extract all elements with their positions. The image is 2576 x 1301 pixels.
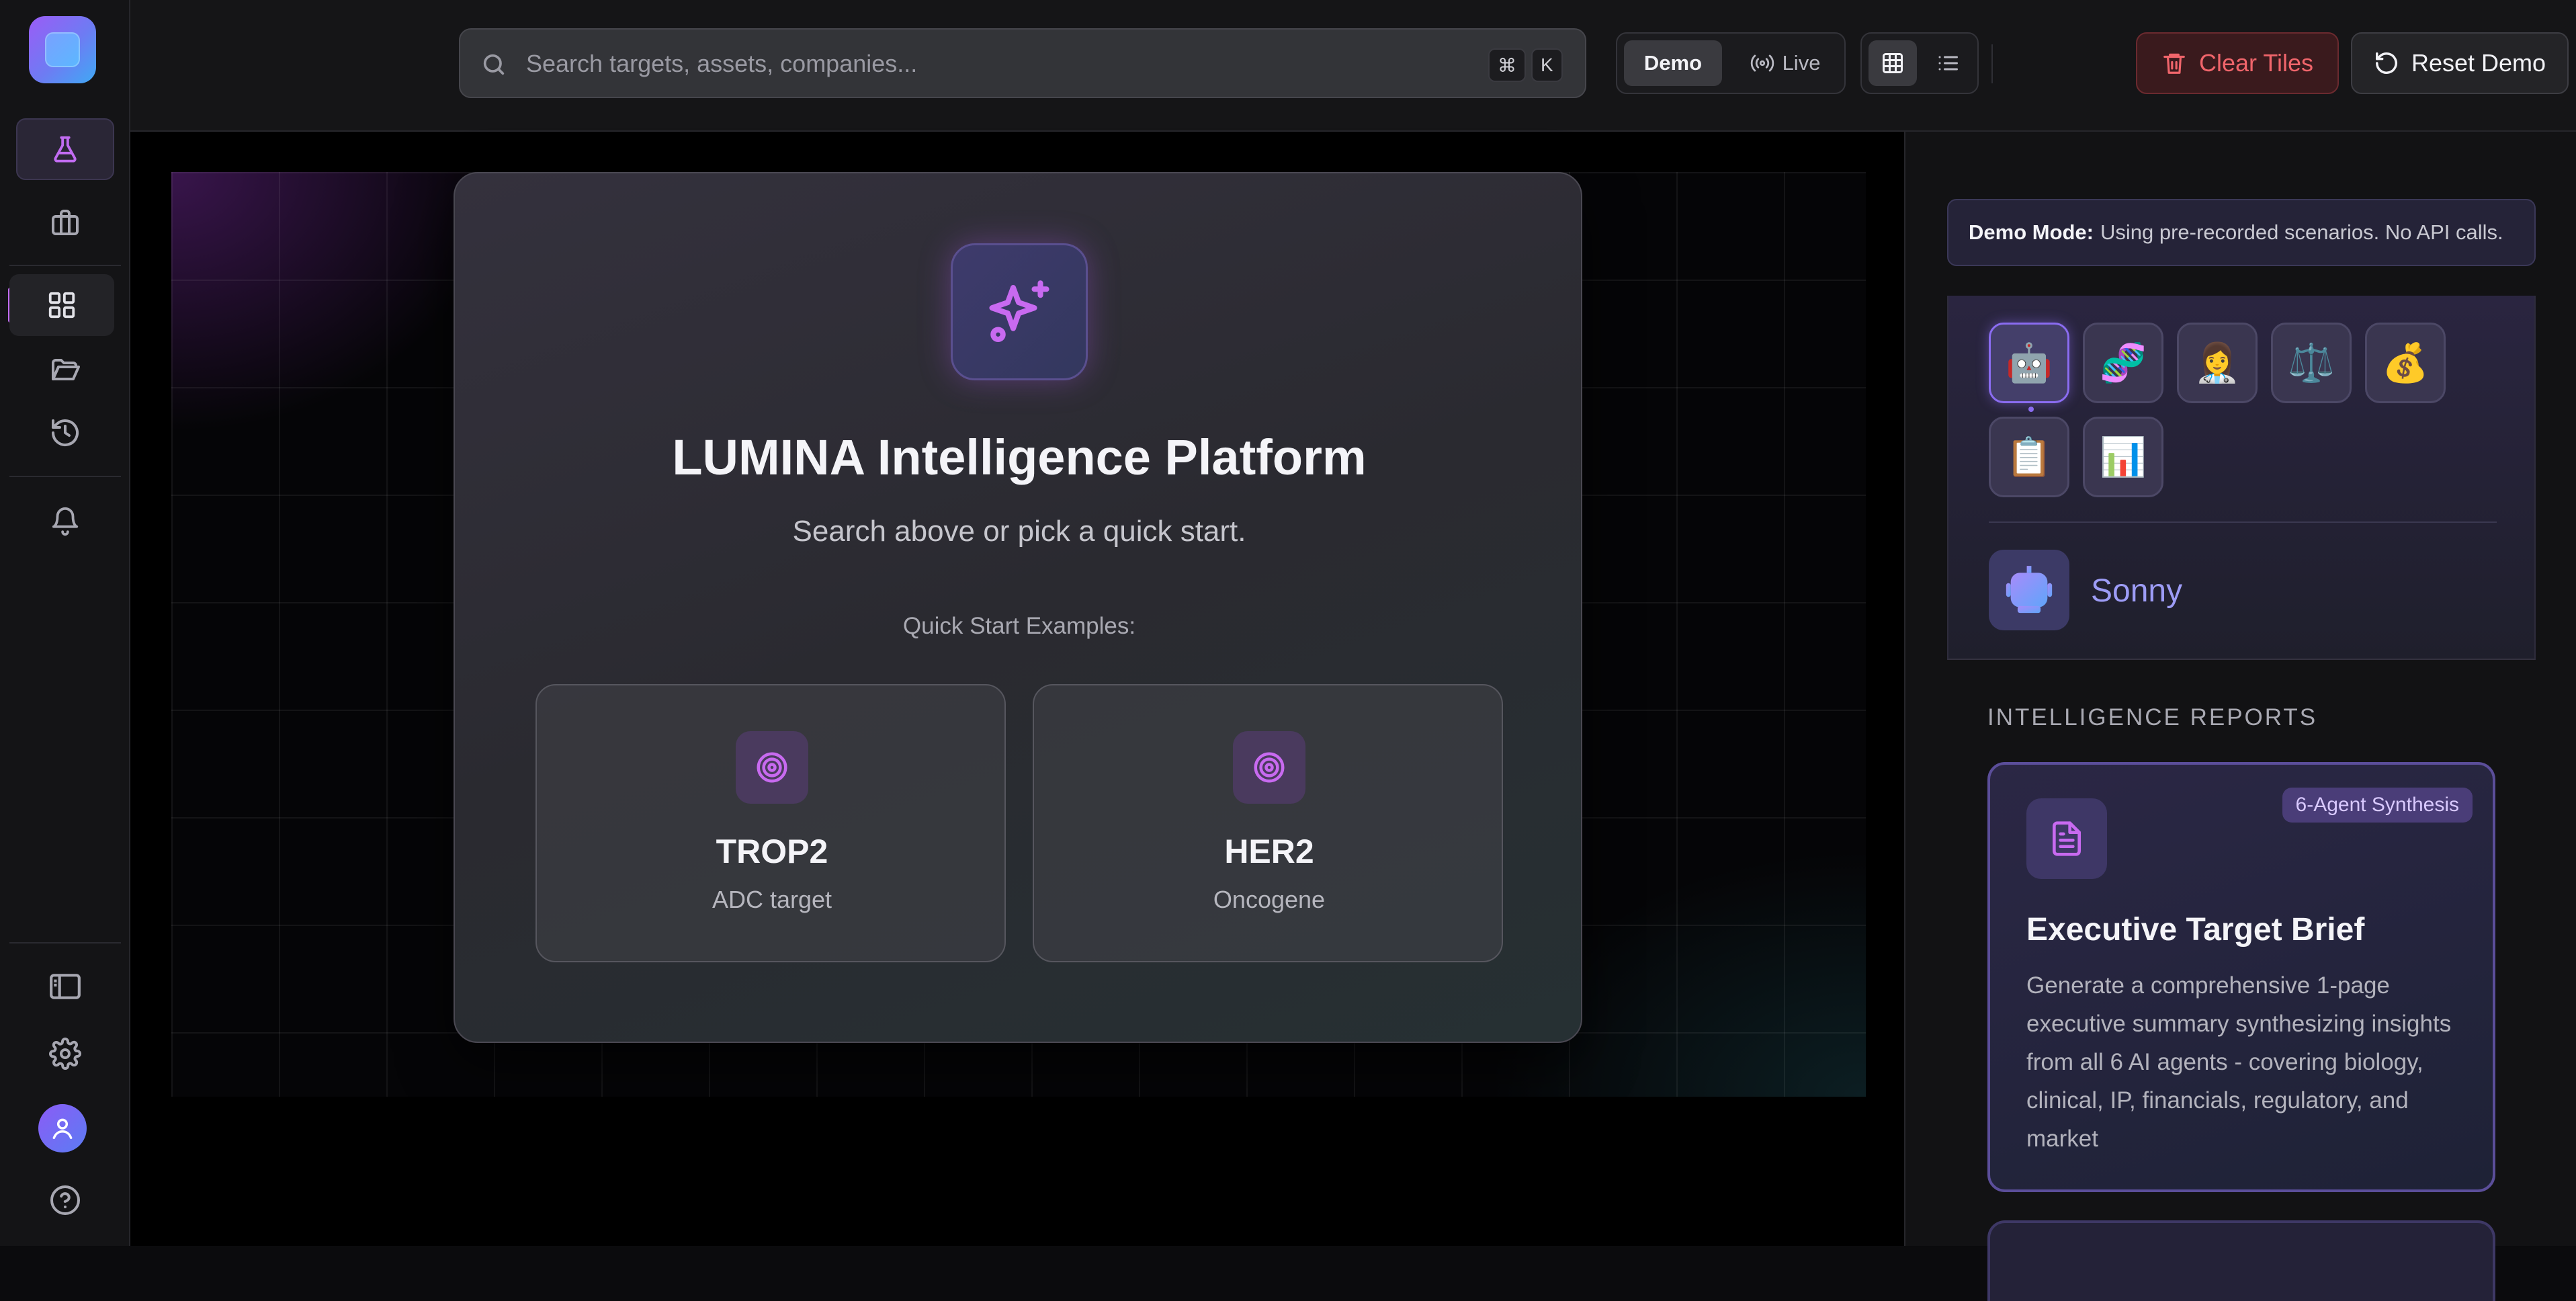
reset-demo-label: Reset Demo	[2411, 49, 2546, 77]
target-icon	[1254, 752, 1285, 783]
help-circle-icon	[50, 1185, 80, 1215]
right-panel: Demo Mode: Using pre-recorded scenarios.…	[1904, 132, 2576, 1301]
mode-toggle: Demo Live	[1616, 32, 1846, 94]
robot-avatar-icon	[2006, 566, 2053, 614]
logo-mark	[45, 32, 80, 67]
search-icon	[483, 54, 505, 75]
demo-mode-banner: Demo Mode: Using pre-recorded scenarios.…	[1947, 199, 2536, 266]
toolbar-separator	[1991, 44, 1993, 83]
reset-demo-button[interactable]: Reset Demo	[2351, 32, 2569, 94]
grid-view-button[interactable]	[1869, 40, 1917, 86]
demo-mode-text: Using pre-recorded scenarios. No API cal…	[2100, 220, 2503, 244]
rail-divider	[9, 265, 121, 266]
quick-start-title: HER2	[1224, 833, 1314, 870]
executive-brief-card[interactable]: 6-Agent Synthesis Executive Target Brief…	[1987, 762, 2495, 1192]
folders-nav-button[interactable]	[16, 339, 114, 401]
grid-view-icon	[1883, 53, 1903, 73]
trash-icon	[2163, 53, 2185, 74]
portfolio-nav-button[interactable]	[16, 192, 114, 254]
shortcut-k-key: K	[1531, 48, 1563, 82]
hero-title: LUMINA Intelligence Platform	[672, 429, 1367, 485]
health-worker-icon: 👩‍⚕️	[2194, 341, 2241, 385]
clear-tiles-button[interactable]: Clear Tiles	[2136, 32, 2339, 94]
shortcut-mod-key: ⌘	[1488, 48, 1526, 82]
lab-nav-button[interactable]	[16, 118, 114, 180]
sparkles-icon	[989, 280, 1049, 342]
clear-tiles-label: Clear Tiles	[2198, 49, 2314, 77]
gear-icon	[49, 1038, 81, 1070]
quick-start-subtitle: ADC target	[712, 886, 832, 913]
demo-mode-button[interactable]: Demo	[1624, 40, 1722, 86]
notifications-nav-button[interactable]	[16, 491, 114, 552]
history-nav-button[interactable]	[16, 402, 114, 464]
agent-name: Sonny	[2091, 573, 2183, 609]
folder-open-icon	[52, 359, 80, 380]
user-icon	[52, 1118, 73, 1139]
report-title: Executive Target Brief	[2026, 912, 2365, 948]
rail-divider	[9, 942, 121, 943]
search-input[interactable]	[525, 44, 1398, 83]
rotate-ccw-icon	[2375, 52, 2397, 74]
workspace-canvas: LUMINA Intelligence Platform Search abov…	[130, 132, 1904, 1246]
welcome-panel: LUMINA Intelligence Platform Search abov…	[454, 172, 1582, 1043]
bar-chart-icon: 📊	[2100, 435, 2147, 479]
agent-clinician-button[interactable]: 👩‍⚕️	[2177, 323, 2258, 403]
target-icon-box	[1233, 731, 1305, 804]
live-mode-button[interactable]: Live	[1731, 40, 1839, 86]
agents-divider	[1989, 521, 2497, 523]
reports-heading: INTELLIGENCE REPORTS	[1987, 704, 2318, 730]
bell-icon	[52, 507, 79, 536]
list-view-icon	[1938, 56, 1958, 71]
history-icon	[52, 419, 79, 447]
agent-regulatory-button[interactable]: 📋	[1989, 417, 2069, 497]
flask-icon	[54, 136, 77, 163]
rail-divider	[9, 476, 121, 477]
next-report-card[interactable]	[1987, 1220, 2495, 1301]
view-toggle	[1860, 32, 1979, 94]
toggle-sidebar-button[interactable]	[16, 956, 114, 1017]
hero-logo	[951, 243, 1088, 380]
agent-dna-button[interactable]: 🧬	[2083, 323, 2163, 403]
document-icon	[2053, 821, 2081, 856]
robot-icon: 🤖	[2006, 341, 2053, 385]
user-avatar[interactable]	[38, 1104, 87, 1152]
live-mode-label: Live	[1782, 51, 1821, 75]
agent-finance-button[interactable]: 💰	[2365, 323, 2446, 403]
hero-subtitle: Search above or pick a quick start.	[792, 515, 1246, 548]
agent-legal-button[interactable]: ⚖️	[2271, 323, 2352, 403]
demo-mode-label: Demo Mode:	[1969, 220, 2094, 244]
broadcast-icon	[1750, 54, 1774, 72]
report-icon-box	[2026, 798, 2107, 879]
agent-selector: 🤖 🧬 👩‍⚕️ ⚖️ 💰 📋 📊 Sonny	[1947, 296, 2536, 660]
list-view-button[interactable]	[1924, 40, 1972, 86]
sidebar-panel-icon	[50, 974, 81, 999]
help-nav-button[interactable]	[16, 1169, 114, 1231]
quick-start-label: Quick Start Examples:	[902, 613, 1136, 639]
target-icon	[757, 752, 787, 783]
agent-market-button[interactable]: 📊	[2083, 417, 2163, 497]
clipboard-icon: 📋	[2006, 435, 2053, 479]
settings-nav-button[interactable]	[16, 1023, 114, 1085]
dashboard-nav-button[interactable]	[9, 274, 114, 336]
left-sidebar	[0, 0, 130, 1246]
quick-start-subtitle: Oncogene	[1213, 886, 1326, 913]
briefcase-icon	[52, 210, 79, 235]
scales-icon: ⚖️	[2288, 341, 2335, 385]
dna-icon: 🧬	[2100, 341, 2147, 385]
synthesis-badge: 6-Agent Synthesis	[2282, 788, 2473, 823]
demo-mode-label: Demo	[1643, 51, 1703, 75]
quick-start-title: TROP2	[716, 833, 828, 870]
app-logo[interactable]	[29, 16, 96, 83]
money-bag-icon: 💰	[2382, 341, 2429, 385]
grid-icon	[48, 292, 75, 319]
target-icon-box	[736, 731, 808, 804]
quick-start-trop2[interactable]: TROP2 ADC target	[535, 684, 1006, 962]
quick-start-her2[interactable]: HER2 Oncogene	[1033, 684, 1503, 962]
search-bar[interactable]: ⌘ K	[459, 28, 1586, 98]
agent-avatar	[1989, 550, 2069, 630]
selected-dot	[2028, 407, 2034, 412]
report-description: Generate a comprehensive 1-page executiv…	[2026, 972, 2452, 1152]
top-bar: ⌘ K Demo Live Clear Tiles Reset Demo	[130, 0, 2576, 132]
agent-robot-button[interactable]: 🤖	[1989, 323, 2069, 412]
